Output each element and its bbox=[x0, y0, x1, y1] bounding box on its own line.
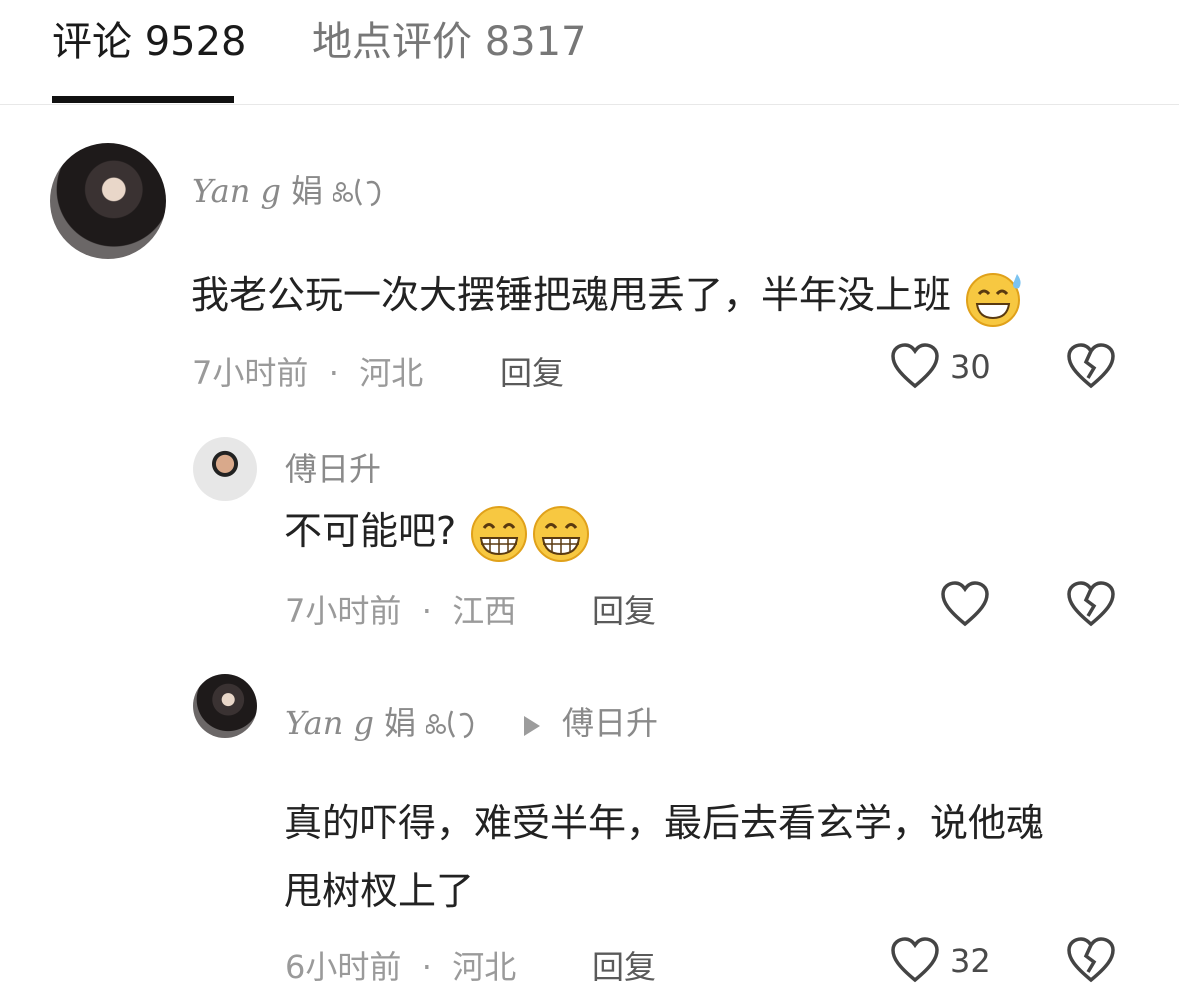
reply-meta: 7小时前 · 江西 bbox=[285, 592, 517, 630]
reply-text: 不可能吧? bbox=[284, 500, 592, 564]
reply-button[interactable]: 回复 bbox=[592, 942, 656, 988]
tab-comments[interactable]: 评论 9528 bbox=[52, 18, 247, 66]
dislike-broken-heart-icon[interactable] bbox=[1066, 936, 1116, 984]
tab-bar: 评论 9528 地点评价 8317 bbox=[0, 0, 1179, 105]
comment-meta: 7小时前 · 河北 bbox=[192, 354, 424, 392]
like-heart-icon[interactable] bbox=[940, 580, 990, 628]
like-heart-icon[interactable] bbox=[890, 936, 940, 984]
grin-emoji bbox=[533, 505, 590, 562]
flower-decoration-icon bbox=[332, 178, 381, 207]
flower-decoration-icon bbox=[425, 710, 474, 739]
comment-author[interactable]: Yan g 娟 bbox=[192, 166, 393, 213]
grin-emoji bbox=[471, 505, 528, 562]
avatar[interactable] bbox=[193, 674, 257, 738]
sweat-grin-emoji bbox=[966, 272, 1021, 327]
like-heart-icon[interactable] bbox=[890, 342, 940, 390]
reply-to-arrow-icon bbox=[524, 716, 540, 736]
reply-meta: 6小时前 · 河北 bbox=[285, 948, 517, 986]
like-count: 32 bbox=[950, 942, 991, 980]
reply-button[interactable]: 回复 bbox=[592, 586, 656, 632]
reply-author[interactable]: Yan g 娟 bbox=[285, 698, 486, 745]
comment-text: 我老公玩一次大摆锤把魂甩丢了，半年没上班 bbox=[191, 264, 1027, 328]
tab-location-reviews[interactable]: 地点评价 8317 bbox=[312, 18, 587, 66]
avatar[interactable] bbox=[50, 143, 166, 259]
active-tab-indicator bbox=[52, 96, 234, 103]
reply-to-user[interactable]: 傅日升 bbox=[562, 698, 658, 744]
reply-button[interactable]: 回复 bbox=[500, 348, 564, 394]
dislike-broken-heart-icon[interactable] bbox=[1066, 342, 1116, 390]
reply-author[interactable]: 傅日升 bbox=[285, 444, 381, 490]
reply-text-line-2: 甩树杈上了 bbox=[284, 869, 475, 913]
like-count: 30 bbox=[950, 348, 991, 386]
dislike-broken-heart-icon[interactable] bbox=[1066, 580, 1116, 628]
avatar[interactable] bbox=[193, 437, 257, 501]
reply-text-line-1: 真的吓得，难受半年，最后去看玄学，说他魂 bbox=[284, 801, 1045, 845]
